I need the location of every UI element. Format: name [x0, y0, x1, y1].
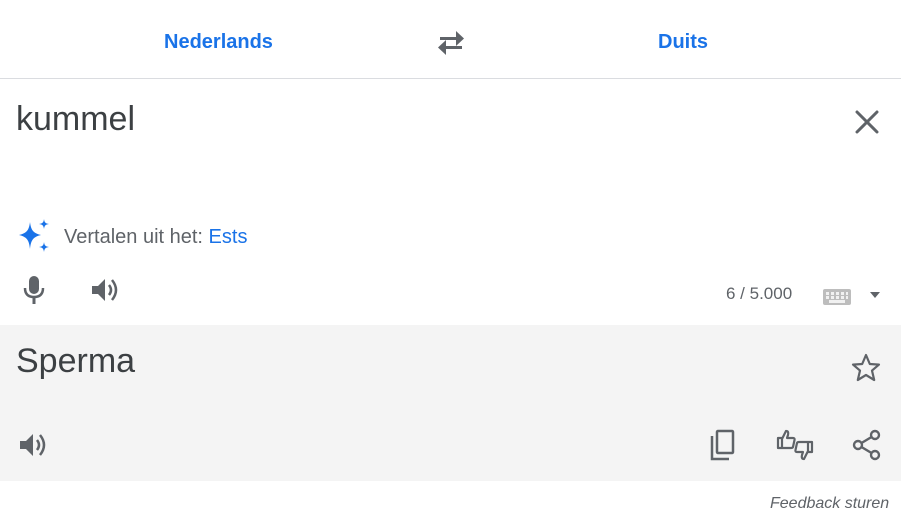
detected-language-row: Vertalen uit het: Ests [64, 226, 247, 249]
dropdown-arrow-icon[interactable] [868, 290, 882, 300]
source-language-button[interactable]: Nederlands [164, 31, 273, 54]
thumbs-icon[interactable] [776, 428, 814, 462]
keyboard-icon[interactable] [823, 289, 851, 305]
target-language-button[interactable]: Duits [658, 31, 708, 54]
speaker-icon[interactable] [18, 431, 50, 459]
detect-label: Vertalen uit het: [64, 226, 203, 248]
sparkle-icon [19, 219, 49, 252]
feedback-link[interactable]: Feedback sturen [770, 495, 889, 513]
source-text-input[interactable]: kummel [16, 100, 135, 139]
star-icon[interactable] [851, 353, 881, 383]
mic-icon[interactable] [22, 274, 46, 306]
close-icon[interactable] [853, 108, 881, 136]
share-icon[interactable] [852, 429, 882, 461]
swap-icon[interactable] [436, 30, 466, 56]
copy-icon[interactable] [708, 429, 736, 461]
character-count: 6 / 5.000 [726, 284, 793, 303]
translation-text: Sperma [16, 342, 136, 380]
detected-language-link[interactable]: Ests [209, 226, 248, 248]
translation-panel [0, 325, 901, 481]
speaker-icon[interactable] [90, 276, 122, 304]
